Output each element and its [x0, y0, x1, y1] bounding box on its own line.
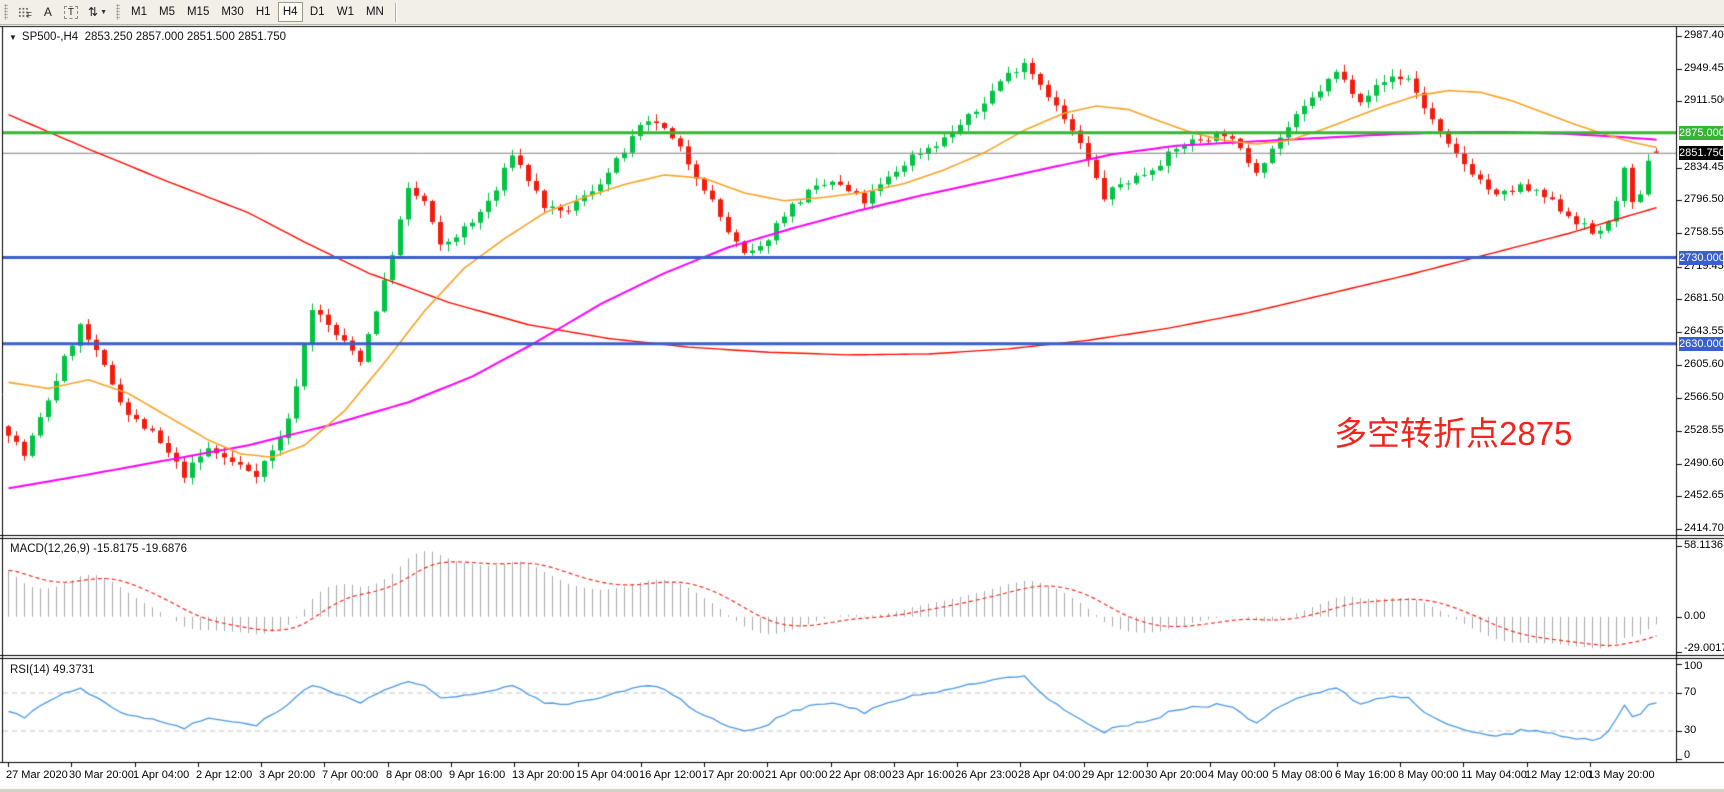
time-tick-label: 27 Mar 2020: [6, 769, 68, 781]
price-badge: 2851.750: [1679, 146, 1723, 160]
grid-f-label: F: [27, 11, 32, 20]
time-tick-label: 16 Apr 12:00: [639, 769, 701, 781]
timeframe-button-m1[interactable]: M1: [126, 2, 152, 22]
time-tick-label: 1 Apr 04:00: [133, 769, 189, 781]
timeframe-toolbar: M1M5M15M30H1H4D1W1MN: [125, 2, 390, 22]
macd-label: MACD(12,26,9) -15.8175 -19.6876: [10, 543, 187, 555]
timeframe-button-d1[interactable]: D1: [305, 2, 330, 22]
price-tick-label: 2605.600: [1684, 358, 1724, 370]
time-tick-label: 11 May 04:00: [1461, 769, 1527, 781]
time-tick-label: 12 May 12:00: [1525, 769, 1592, 781]
font-tool-icon[interactable]: A: [37, 2, 59, 23]
macd-tick-label: 0.00: [1684, 610, 1705, 622]
toolbar: F A T ⇅ ▼ M1M5M15M30H1H4D1W1MN: [0, 0, 1724, 25]
chart-symbol-header: ▼ SP500-,H4 2853.250 2857.000 2851.500 2…: [9, 31, 286, 43]
time-tick-label: 9 Apr 16:00: [449, 769, 505, 781]
rsi-tick-label: 30: [1684, 724, 1696, 736]
price-badge: 2730.000: [1679, 251, 1723, 265]
macd-tick-label: 58.1136: [1684, 539, 1723, 551]
time-tick-label: 3 Apr 20:00: [259, 769, 315, 781]
time-tick-label: 22 Apr 08:00: [829, 769, 891, 781]
rsi-label: RSI(14) 49.3731: [10, 664, 94, 676]
time-tick-label: 30 Mar 20:00: [69, 769, 134, 781]
timeframe-button-m15[interactable]: M15: [182, 2, 214, 22]
price-tick-label: 2681.500: [1684, 292, 1724, 304]
price-tick-label: 2758.550: [1684, 226, 1724, 238]
time-tick-label: 2 Apr 12:00: [196, 769, 252, 781]
time-tick-label: 13 Apr 20:00: [512, 769, 574, 781]
text-tool-icon[interactable]: T: [59, 2, 83, 23]
time-tick-label: 15 Apr 04:00: [576, 769, 638, 781]
price-tick-label: 2643.550: [1684, 325, 1724, 337]
time-tick-label: 23 Apr 16:00: [892, 769, 954, 781]
annotation-text: 多空转折点2875: [1334, 407, 1572, 455]
toolbar-grip[interactable]: [116, 4, 120, 20]
arrows-tool-icon[interactable]: ⇅ ▼: [83, 2, 112, 23]
price-tick-label: 2834.450: [1684, 161, 1724, 173]
timeframe-button-mn[interactable]: MN: [361, 2, 389, 22]
grid-icon[interactable]: F: [13, 2, 37, 23]
price-tick-label: 2528.550: [1684, 424, 1724, 436]
chart-ohlc-text: SP500-,H4 2853.250 2857.000 2851.500 285…: [22, 31, 286, 43]
price-tick-label: 2452.650: [1684, 489, 1724, 501]
time-tick-label: 30 Apr 20:00: [1145, 769, 1207, 781]
toolbar-grip[interactable]: [4, 4, 8, 20]
rsi-tick-label: 70: [1684, 686, 1696, 698]
price-badge: 2875.000: [1679, 126, 1723, 140]
macd-tick-label: -29.0017: [1684, 642, 1724, 654]
time-tick-label: 5 May 08:00: [1272, 769, 1333, 781]
time-tick-label: 29 Apr 12:00: [1082, 769, 1144, 781]
time-tick-label: 28 Apr 04:00: [1018, 769, 1080, 781]
time-tick-label: 4 May 00:00: [1208, 769, 1269, 781]
time-tick-label: 17 Apr 20:00: [702, 769, 764, 781]
toolbar-separator: [395, 3, 396, 22]
price-tick-label: 2490.600: [1684, 457, 1724, 469]
timeframe-button-m5[interactable]: M5: [154, 2, 180, 22]
rsi-tick-label: 0: [1684, 749, 1690, 761]
chevron-down-icon: ▼: [100, 9, 107, 16]
timeframe-button-w1[interactable]: W1: [332, 2, 359, 22]
price-tick-label: 2796.500: [1684, 193, 1724, 205]
arrows-glyph: ⇅: [88, 5, 98, 19]
chart-canvas[interactable]: [0, 0, 1724, 792]
time-tick-label: 8 Apr 08:00: [386, 769, 442, 781]
timeframe-button-h1[interactable]: H1: [251, 2, 276, 22]
price-tick-label: 2987.400: [1684, 29, 1724, 41]
time-tick-label: 7 Apr 00:00: [322, 769, 378, 781]
time-tick-label: 6 May 16:00: [1335, 769, 1396, 781]
price-tick-label: 2566.500: [1684, 391, 1724, 403]
price-badge: 2630.000: [1679, 337, 1723, 351]
time-tick-label: 8 May 00:00: [1398, 769, 1459, 781]
price-tick-label: 2949.450: [1684, 62, 1724, 74]
time-tick-label: 21 Apr 00:00: [765, 769, 827, 781]
price-tick-label: 2414.700: [1684, 522, 1724, 534]
timeframe-button-m30[interactable]: M30: [216, 2, 248, 22]
time-tick-label: 26 Apr 23:00: [955, 769, 1017, 781]
time-tick-label: 13 May 20:00: [1588, 769, 1655, 781]
price-tick-label: 2911.500: [1684, 94, 1724, 106]
rsi-tick-label: 100: [1684, 660, 1702, 672]
dropdown-icon[interactable]: ▼: [9, 33, 17, 42]
timeframe-button-h4[interactable]: H4: [278, 2, 303, 22]
